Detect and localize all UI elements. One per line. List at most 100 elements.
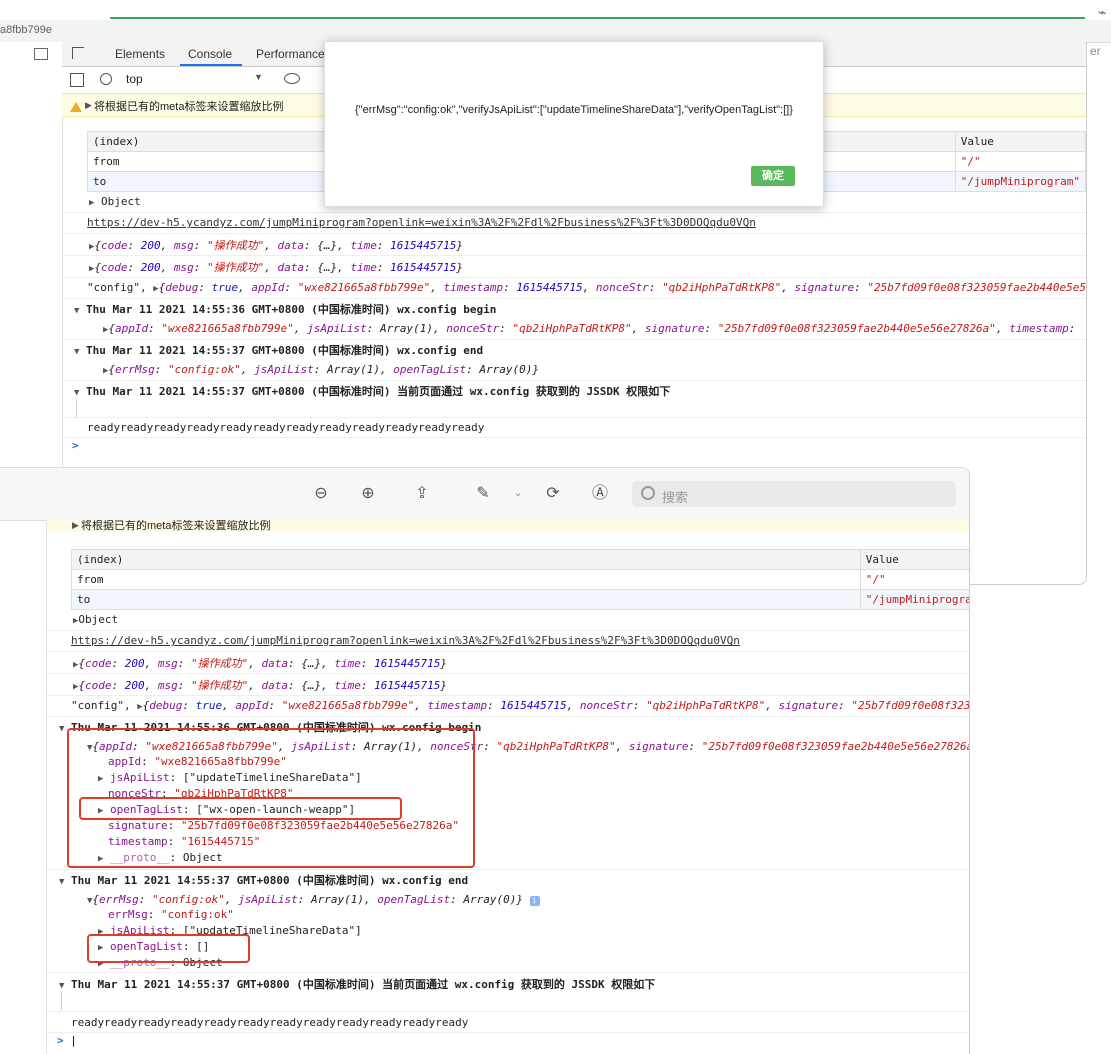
- console-group-header[interactable]: ▼ Thu Mar 11 2021 14:55:37 GMT+0800 (中国标…: [59, 872, 468, 888]
- dock-side-icon[interactable]: [34, 48, 48, 60]
- jsapilist-value: Array(1): [327, 363, 380, 376]
- console-object-line[interactable]: ▶{code: 200, msg: "操作成功", data: {…}, tim…: [73, 677, 447, 693]
- errmsg-value: "config:ok": [152, 893, 225, 906]
- noncestr-value: "qb2iHphPaTdRtKP8": [512, 322, 632, 335]
- expand-triangle-icon[interactable]: ▶: [85, 100, 92, 111]
- object-row[interactable]: ▶ Object: [89, 195, 141, 208]
- annotate-icon[interactable]: Ⓐ: [590, 484, 610, 504]
- prop-value: "config:ok": [161, 908, 234, 921]
- expand-triangle-icon[interactable]: ▶: [89, 198, 94, 208]
- code-value: 200: [140, 239, 161, 252]
- share-icon[interactable]: ⇪: [412, 484, 432, 504]
- console-group-header[interactable]: ▼ Thu Mar 11 2021 14:55:37 GMT+0800 (中国标…: [74, 342, 483, 358]
- tab-console[interactable]: Console: [188, 47, 232, 61]
- object-label: Object: [78, 613, 119, 626]
- warning-icon: [70, 99, 86, 113]
- opentaglist-value: Array(0): [463, 893, 517, 906]
- console-object-line[interactable]: ▶{code: 200, msg: "操作成功", data: {…}, tim…: [73, 655, 447, 671]
- group-title: Thu Mar 11 2021 14:55:36 GMT+0800 (中国标准时…: [86, 303, 497, 316]
- console-table: (index)Value from"/" to"/jumpMiniprogram…: [71, 549, 969, 610]
- console-link[interactable]: https://dev-h5.ycandyz.com/jumpMiniprogr…: [87, 216, 1077, 229]
- console-group-header[interactable]: ▼ Thu Mar 11 2021 14:55:36 GMT+0800 (中国标…: [74, 301, 496, 317]
- page-load-progress: [110, 17, 1085, 19]
- alert-dialog: {"errMsg":"config:ok","verifyJsApiList":…: [324, 41, 824, 207]
- config-timestamp: 1615445715: [500, 699, 567, 712]
- group-title: Thu Mar 11 2021 14:55:37 GMT+0800 (中国标准时…: [71, 874, 469, 887]
- url-fragment: a8fbb799e: [0, 24, 52, 36]
- inspect-element-icon[interactable]: [72, 47, 84, 59]
- console-object-line[interactable]: ▶{errMsg: "config:ok", jsApiList: Array(…: [103, 363, 539, 376]
- console-prompt[interactable]: >: [72, 439, 79, 452]
- confirm-button[interactable]: 确定: [751, 166, 795, 186]
- active-tab-underline: [180, 64, 242, 66]
- clear-console-icon[interactable]: [100, 73, 112, 85]
- config-timestamp: 1615445715: [516, 281, 583, 294]
- console-object-line[interactable]: ▼{errMsg: "config:ok", jsApiList: Array(…: [87, 893, 540, 906]
- expand-triangle-icon[interactable]: ▶: [89, 242, 94, 252]
- tab-elements[interactable]: Elements: [115, 47, 165, 61]
- console-link[interactable]: https://dev-h5.ycandyz.com/jumpMiniprogr…: [71, 634, 961, 647]
- config-line[interactable]: "config", ▶{debug: true, appId: "wxe8216…: [87, 281, 1086, 294]
- config-noncestr: "qb2iHphPaTdRtKP8": [662, 281, 782, 294]
- console-group-header[interactable]: ▼ Thu Mar 11 2021 14:55:37 GMT+0800 (中国标…: [74, 383, 670, 399]
- eye-icon[interactable]: [284, 73, 300, 84]
- code-value: 200: [124, 679, 145, 692]
- prop-errmsg: errMsg: "config:ok": [108, 908, 234, 921]
- search-input[interactable]: 搜索: [632, 481, 956, 507]
- highlight-box-opentaglist: [79, 797, 402, 820]
- edge-text: er: [1090, 44, 1101, 58]
- table-header-value: Value: [954, 131, 1086, 152]
- prompt-glyph: >: [57, 1034, 64, 1047]
- signature-value: "25b7fd09f0e08f323059fae2b440e5e56e27826…: [701, 740, 970, 753]
- dialog-message: {"errMsg":"config:ok","verifyJsApiList":…: [355, 104, 793, 116]
- table-cell-value: "/": [859, 569, 969, 590]
- msg-value: "操作成功": [191, 657, 249, 670]
- table-cell-value: "/jumpMiniprogram": [954, 171, 1086, 192]
- config-noncestr: "qb2iHphPaTdRtKP8": [646, 699, 766, 712]
- address-bar[interactable]: a8fbb799e: [0, 20, 1111, 43]
- noncestr-value: "qb2iHphPaTdRtKP8": [496, 740, 616, 753]
- chevron-down-icon: ▼: [254, 72, 263, 82]
- config-prefix: "config",: [87, 281, 147, 294]
- msg-value: "操作成功": [191, 679, 249, 692]
- code-value: 200: [140, 261, 161, 274]
- table-cell-value: "/": [954, 151, 1086, 172]
- object-row[interactable]: ▶Object: [73, 613, 118, 626]
- console-object-line[interactable]: ▶{code: 200, msg: "操作成功", data: {…}, tim…: [89, 259, 463, 275]
- rotate-icon[interactable]: ⟳: [543, 484, 563, 504]
- table-header-index: (index): [71, 549, 861, 570]
- chevron-down-icon[interactable]: ⌄: [508, 484, 528, 504]
- jsapilist-value: Array(1): [379, 322, 433, 335]
- table-cell-value: "/jumpMiniprogram": [859, 589, 969, 610]
- config-signature: "25b7fd09f0e08f323059fae2b440e5e56e27826…: [867, 281, 1086, 294]
- config-prefix: "config",: [71, 699, 131, 712]
- zoom-out-icon[interactable]: ⊖: [311, 484, 331, 504]
- zoom-in-icon[interactable]: ⊕: [358, 484, 378, 504]
- extension-icon[interactable]: ⌁: [1098, 4, 1106, 21]
- msg-value: "操作成功": [207, 261, 265, 274]
- console-warning: ▶ 将根据已有的meta标签来设置缩放比例: [47, 520, 969, 532]
- console-object-line[interactable]: ▶{code: 200, msg: "操作成功", data: {…}, tim…: [89, 237, 463, 253]
- table-cell-index: from: [71, 569, 861, 590]
- time-value: 1615445715: [374, 679, 441, 692]
- info-icon[interactable]: i: [529, 896, 540, 906]
- markup-pen-icon[interactable]: ✎: [473, 484, 493, 504]
- console-prompt[interactable]: > |: [57, 1034, 77, 1047]
- preview-toolbar: ⊖ ⊕ ⇪ ✎ ⌄ ⟳ Ⓐ 搜索: [0, 468, 969, 521]
- highlight-box-opentaglist-empty: [87, 934, 250, 963]
- expand-triangle-icon[interactable]: ▶: [72, 520, 79, 531]
- warning-text: 将根据已有的meta标签来设置缩放比例: [81, 520, 271, 532]
- signature-value: "25b7fd09f0e08f323059fae2b440e5e56e27826…: [717, 322, 996, 335]
- expand-triangle-icon[interactable]: ▶: [89, 264, 94, 274]
- code-value: 200: [124, 657, 145, 670]
- context-select-value: top: [126, 72, 143, 86]
- opentaglist-value: Array(0): [479, 363, 533, 376]
- msg-value: "操作成功": [207, 239, 265, 252]
- tab-performance[interactable]: Performance: [256, 47, 325, 61]
- object-label: Object: [101, 195, 141, 208]
- config-line[interactable]: "config", ▶{debug: true, appId: "wxe8216…: [71, 699, 969, 712]
- console-object-line[interactable]: ▶{appId: "wxe821665a8fbb799e", jsApiList…: [103, 322, 1086, 335]
- console-group-header[interactable]: ▼ Thu Mar 11 2021 14:55:37 GMT+0800 (中国标…: [59, 976, 655, 992]
- context-select[interactable]: top ▼: [126, 72, 266, 86]
- sidebar-toggle-icon[interactable]: [70, 73, 84, 87]
